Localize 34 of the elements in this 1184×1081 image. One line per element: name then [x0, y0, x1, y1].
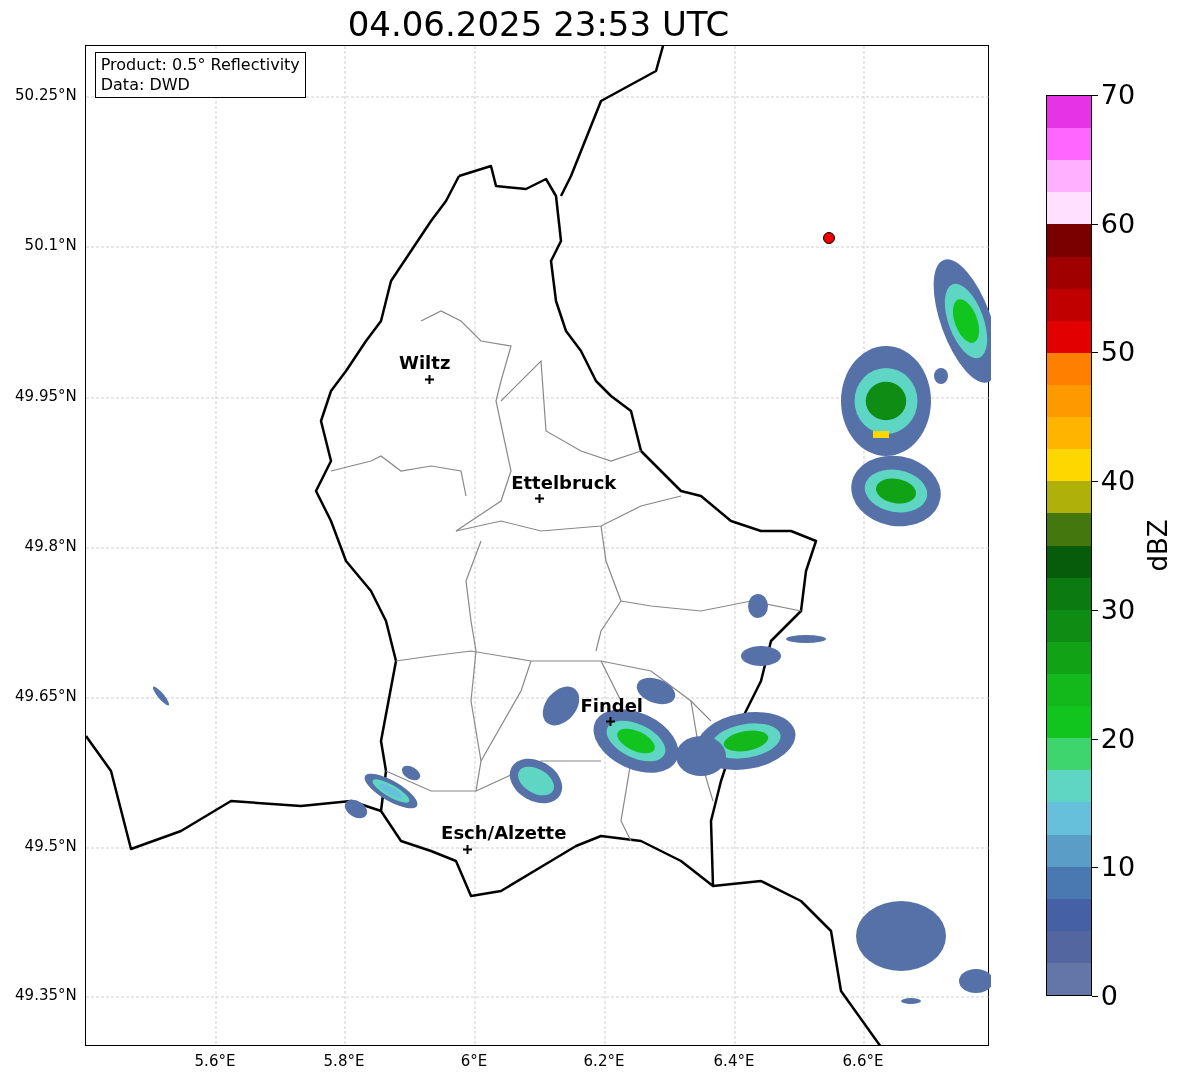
info-text: Product: 0.5° Reflectivity: [100, 55, 300, 75]
tick-mark: [1091, 996, 1098, 997]
colorbar-tick-label: 60: [1100, 209, 1136, 237]
latitude-tick-label: 50.25°N: [15, 88, 77, 103]
city-marker-icon: [463, 844, 473, 854]
city-marker-icon: [606, 716, 616, 726]
longitude-tick-label: 5.6°E: [194, 1054, 236, 1069]
latitude-tick-label: 49.95°N: [15, 389, 77, 404]
colorbar-tick-label: 40: [1100, 467, 1136, 495]
longitude-tick-label: 5.8°E: [323, 1054, 365, 1069]
colorbar-tick-label: 70: [1100, 81, 1136, 108]
chart-title: 04.06.2025 23:53 UTC: [347, 7, 730, 45]
city-label: Esch/Alzette: [441, 824, 567, 842]
colorbar-tick-label: 50: [1100, 338, 1136, 366]
latitude-tick-label: 49.35°N: [15, 988, 77, 1003]
latitude-tick-label: 49.65°N: [15, 689, 77, 704]
longitude-tick-label: 6.4°E: [713, 1054, 755, 1069]
city-label: Wiltz: [399, 354, 451, 372]
colorbar-label: dBZ: [1141, 519, 1174, 572]
info-text: Data: DWD: [100, 75, 191, 95]
longitude-tick-label: 6°E: [460, 1054, 488, 1069]
colorbar-tick-label: 0: [1100, 982, 1119, 1009]
city-label: Findel: [580, 697, 643, 715]
colorbar-tick-label: 10: [1100, 853, 1136, 881]
colorbar-tick-label: 20: [1100, 724, 1136, 752]
city-label: Ettelbruck: [511, 474, 617, 492]
city-marker-icon: [425, 374, 435, 384]
colorbar-tick-label: 30: [1100, 595, 1136, 623]
longitude-tick-label: 6.2°E: [583, 1054, 625, 1069]
city-marker-icon: [535, 493, 545, 503]
longitude-tick-label: 6.6°E: [842, 1054, 884, 1069]
latitude-tick-label: 50.1°N: [24, 238, 77, 253]
latitude-tick-label: 49.8°N: [24, 539, 77, 554]
latitude-tick-label: 49.5°N: [24, 839, 77, 854]
